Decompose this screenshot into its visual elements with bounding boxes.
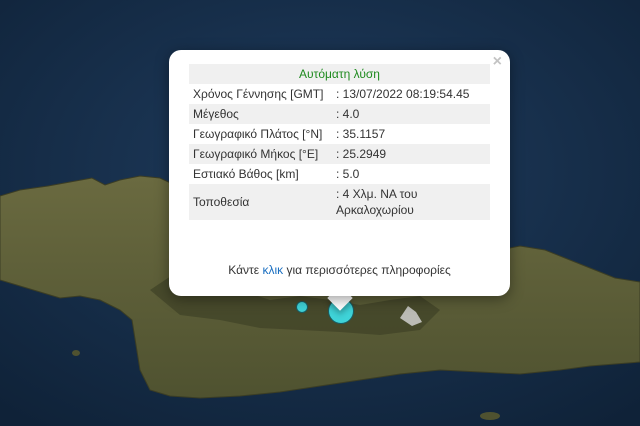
earthquake-marker-small[interactable] (296, 301, 308, 313)
latitude-label: Γεωγραφικό Πλάτος [°N] (193, 127, 323, 141)
close-icon[interactable]: × (493, 53, 502, 71)
origin-time-label: Χρόνος Γέννησης [GMT] (193, 87, 324, 101)
magnitude-label: Μέγεθος (189, 104, 332, 124)
table-row: Αυτόματη λύση (189, 64, 490, 84)
table-row: Γεωγραφικό Μήκος [°E] : 25.2949 (189, 144, 490, 164)
location-label: Τοποθεσία (189, 184, 332, 220)
origin-time-value: : 13/07/2022 08:19:54.45 (336, 87, 470, 101)
more-info-link[interactable]: κλικ (262, 263, 283, 277)
more-info-line: Κάντε κλικ για περισσότερες πληροφορίες (193, 263, 486, 277)
depth-label: Εστιακό Βάθος [km] (193, 167, 299, 181)
more-info-suffix: για περισσότερες πληροφορίες (283, 263, 451, 277)
table-row: Εστιακό Βάθος [km] : 5.0 (189, 164, 490, 184)
table-row: Τοποθεσία : 4 Χλμ. ΝΑ του Αρκαλοχωρίου (189, 184, 490, 220)
longitude-value: : 25.2949 (332, 144, 490, 164)
table-row: Χρόνος Γέννησης [GMT] : 13/07/2022 08:19… (189, 84, 490, 104)
table-row: Μέγεθος : 4.0 (189, 104, 490, 124)
latitude-value: : 35.1157 (336, 127, 386, 141)
more-info-prefix: Κάντε (228, 263, 263, 277)
earthquake-info-popup: × Αυτόματη λύση Χρόνος Γέννησης [GMT] : … (169, 50, 510, 296)
islet (72, 350, 80, 356)
table-row: Γεωγραφικό Πλάτος [°N] : 35.1157 (189, 124, 490, 144)
longitude-label: Γεωγραφικό Μήκος [°E] (189, 144, 332, 164)
earthquake-info-table: Αυτόματη λύση Χρόνος Γέννησης [GMT] : 13… (189, 64, 490, 220)
depth-value: : 5.0 (336, 167, 360, 181)
islet (480, 412, 500, 420)
location-value: : 4 Χλμ. ΝΑ του Αρκαλοχωρίου (332, 184, 490, 220)
popup-title: Αυτόματη λύση (189, 64, 490, 84)
magnitude-value: : 4.0 (332, 104, 490, 124)
